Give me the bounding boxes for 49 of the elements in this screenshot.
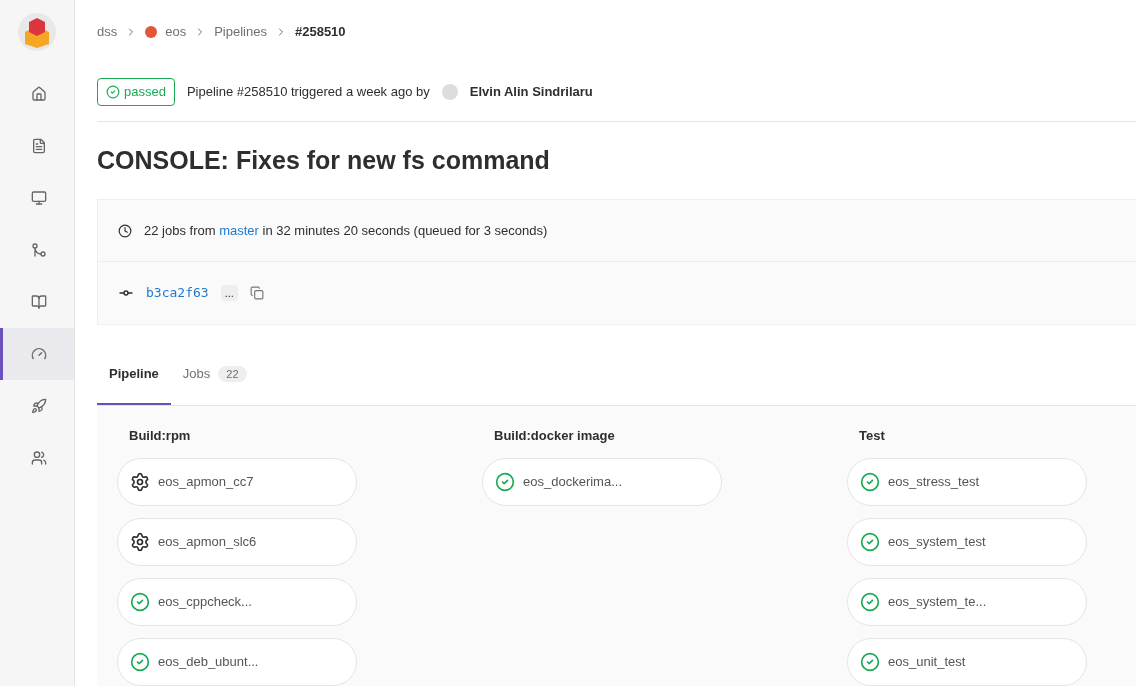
rocket-icon [30, 398, 47, 414]
job-pill[interactable]: eos_system_test [847, 518, 1087, 566]
page-title: CONSOLE: Fixes for new fs command [97, 144, 551, 176]
job-pill[interactable]: eos_system_te... [847, 578, 1087, 626]
tab[interactable]: Jobs 22 [170, 345, 259, 405]
stage-title: Build:docker image [493, 427, 616, 445]
job-pill[interactable]: eos_deb_ubunt... [117, 638, 357, 686]
user-avatar-icon [441, 84, 458, 101]
stage-title: Test [858, 427, 886, 445]
gear-icon [130, 532, 150, 552]
users-icon [30, 450, 47, 466]
check-circle-icon [130, 592, 150, 612]
job-pill[interactable]: eos_apmon_slc6 [117, 518, 357, 566]
branch-link[interactable]: master [219, 222, 259, 238]
job-pill[interactable]: eos_unit_test [847, 638, 1087, 686]
check-circle-icon [860, 592, 880, 612]
stage-title: Build:rpm [128, 427, 192, 445]
breadcrumb-link[interactable]: #258510 [294, 22, 346, 42]
job-pill[interactable]: eos_cppcheck... [117, 578, 357, 626]
pipeline-info-text: 22 jobs from master in 32 minutes 20 seconds (queued for 3 seconds) [144, 221, 548, 240]
check-circle-icon [860, 472, 880, 492]
book-icon [30, 294, 47, 310]
project-avatar-icon [145, 25, 158, 38]
check-circle-icon [130, 652, 150, 672]
breadcrumb-link[interactable]: Pipelines [214, 22, 267, 42]
job-pill[interactable]: eos_stress_test [847, 458, 1087, 506]
check-circle-icon [860, 652, 880, 672]
count-badge: 22 [218, 365, 247, 383]
copy-icon[interactable] [249, 286, 264, 300]
gear-icon [130, 472, 150, 492]
sidebar-item[interactable] [0, 328, 74, 380]
document-icon [30, 138, 47, 154]
commit-link[interactable]: b3ca2f63 [146, 283, 209, 303]
job-pill[interactable]: eos_apmon_cc7 [117, 458, 357, 506]
logo-icon [17, 12, 57, 52]
user-name[interactable]: Elvin Alin Sindrilaru [469, 82, 593, 102]
expand-button[interactable]: ... [220, 284, 238, 302]
job-pill[interactable]: eos_dockerima... [482, 458, 722, 506]
check-circle-icon [495, 472, 515, 492]
home-icon [30, 86, 47, 102]
breadcrumb-link[interactable]: eos [165, 22, 187, 42]
merge-icon [30, 242, 47, 258]
status-badge: passed [97, 78, 175, 106]
clock-icon [118, 223, 132, 238]
breadcrumb-link[interactable]: dss [97, 22, 118, 42]
check-circle-icon [860, 532, 880, 552]
pipeline-summary: Pipeline #258510 triggered a week ago by [186, 83, 430, 102]
gauge-icon [30, 346, 47, 362]
monitor-icon [30, 190, 47, 206]
